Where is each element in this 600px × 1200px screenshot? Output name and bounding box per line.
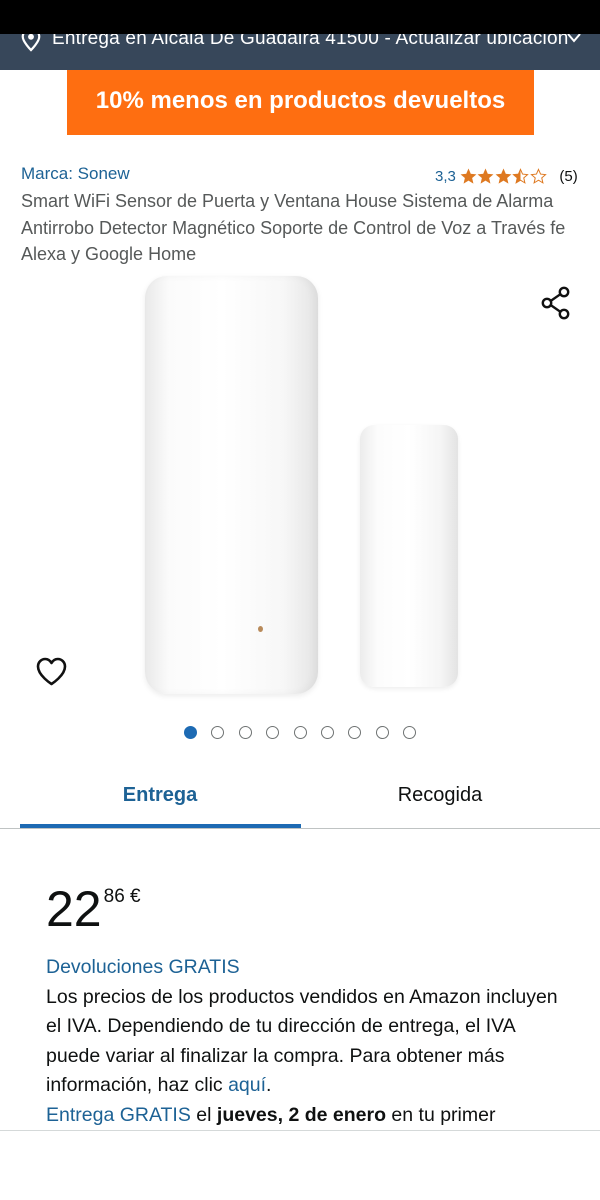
star-full-icon xyxy=(495,168,512,184)
delivery-info: Entrega GRATIS el jueves, 2 de enero en … xyxy=(46,1101,566,1131)
product-image-gallery[interactable] xyxy=(0,270,600,710)
gallery-dot[interactable] xyxy=(293,726,307,739)
sensor-led xyxy=(258,626,263,632)
delivery-tail: en tu primer xyxy=(391,1103,496,1126)
heart-icon[interactable] xyxy=(35,656,68,687)
gallery-pagination[interactable] xyxy=(184,726,431,739)
free-delivery-link[interactable]: Entrega GRATIS xyxy=(46,1104,191,1126)
bottom-blank-area xyxy=(0,1131,600,1200)
vat-text: Los precios de los productos vendidos en… xyxy=(46,985,558,1097)
location-pin-icon xyxy=(21,34,41,52)
location-bar[interactable]: Entrega en Alcalá De Guadaira 41500 - Ac… xyxy=(0,34,600,70)
chevron-down-icon xyxy=(567,34,581,43)
product-image-sensor-magnet xyxy=(360,425,458,687)
status-bar xyxy=(0,0,600,34)
free-returns-link[interactable]: Devoluciones GRATIS xyxy=(46,956,240,978)
rating-count: (5) xyxy=(559,167,578,185)
price: 22 86 € xyxy=(46,880,141,938)
rating-summary[interactable]: 3,3 (5) xyxy=(435,166,578,186)
star-full-icon xyxy=(477,168,494,184)
promo-banner[interactable]: 10% menos en productos devueltos xyxy=(67,70,534,135)
gallery-dot[interactable] xyxy=(320,726,334,739)
gallery-dot[interactable] xyxy=(184,726,197,739)
delivery-tabs: Entrega Recogida xyxy=(20,770,580,830)
delivery-connector: el xyxy=(196,1103,212,1126)
rating-value: 3,3 xyxy=(435,167,456,185)
price-whole: 22 xyxy=(46,881,102,937)
tab-entrega[interactable]: Entrega xyxy=(20,770,300,828)
gallery-dot[interactable] xyxy=(238,726,252,739)
product-title: Smart WiFi Sensor de Puerta y Ventana Ho… xyxy=(21,191,566,264)
star-half-icon xyxy=(512,167,530,184)
star-empty-icon xyxy=(530,167,547,184)
product-image-sensor-main xyxy=(145,276,318,694)
tabs-divider xyxy=(0,828,600,829)
tab-recogida[interactable]: Recogida xyxy=(300,770,580,828)
vat-notice: Los precios de los productos vendidos en… xyxy=(46,985,558,1097)
brand-link[interactable]: Marca: Sonew xyxy=(21,164,130,184)
price-info: Devoluciones GRATIS Los precios de los p… xyxy=(46,953,566,1130)
share-icon[interactable] xyxy=(540,286,572,320)
star-full-icon xyxy=(460,168,477,184)
gallery-dot[interactable] xyxy=(375,726,389,739)
gallery-dot[interactable] xyxy=(211,726,225,739)
delivery-date: jueves, 2 de enero xyxy=(216,1103,386,1126)
gallery-dot[interactable] xyxy=(403,726,417,739)
gallery-dot[interactable] xyxy=(266,726,280,739)
delivery-location-text: Entrega en Alcalá De Guadaira 41500 - Ac… xyxy=(52,34,569,49)
gallery-dot[interactable] xyxy=(348,726,362,739)
vat-info-link[interactable]: aquí xyxy=(228,1074,266,1096)
rating-stars xyxy=(460,167,548,185)
price-fraction: 86 € xyxy=(103,886,141,907)
